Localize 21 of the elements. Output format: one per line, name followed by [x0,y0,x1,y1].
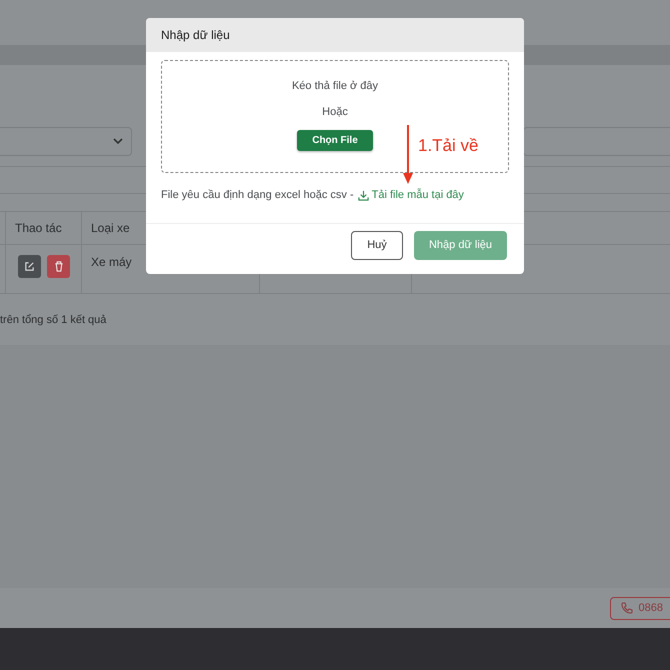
trash-icon [54,261,64,272]
column-header: Thao tác [15,221,62,235]
annotation-label: 1.Tải về [418,136,478,156]
cancel-button[interactable]: Huỷ [351,230,403,260]
edit-icon [24,261,35,272]
annotation-arrow [403,125,413,185]
or-label: Hoặc [322,105,348,119]
delete-button[interactable] [47,255,70,278]
download-icon [358,190,369,200]
chevron-down-icon [113,138,123,145]
edit-button[interactable] [18,255,41,278]
pagination-summary: trên tổng số 1 kết quả [0,314,108,326]
format-hint: File yêu cầu định dạng excel hoặc csv - [161,189,354,201]
table-cell: Xe máy [91,255,132,269]
template-download-link[interactable]: Tải file mẫu tại đây [358,189,464,201]
phone-icon [620,602,633,614]
column-header: Loại xe [91,221,130,235]
dialog-title: Nhập dữ liệu [161,28,230,42]
select-field[interactable] [0,127,132,156]
drop-prompt: Kéo thả file ở đây [292,79,378,93]
choose-file-button[interactable]: Chọn File [297,130,373,151]
